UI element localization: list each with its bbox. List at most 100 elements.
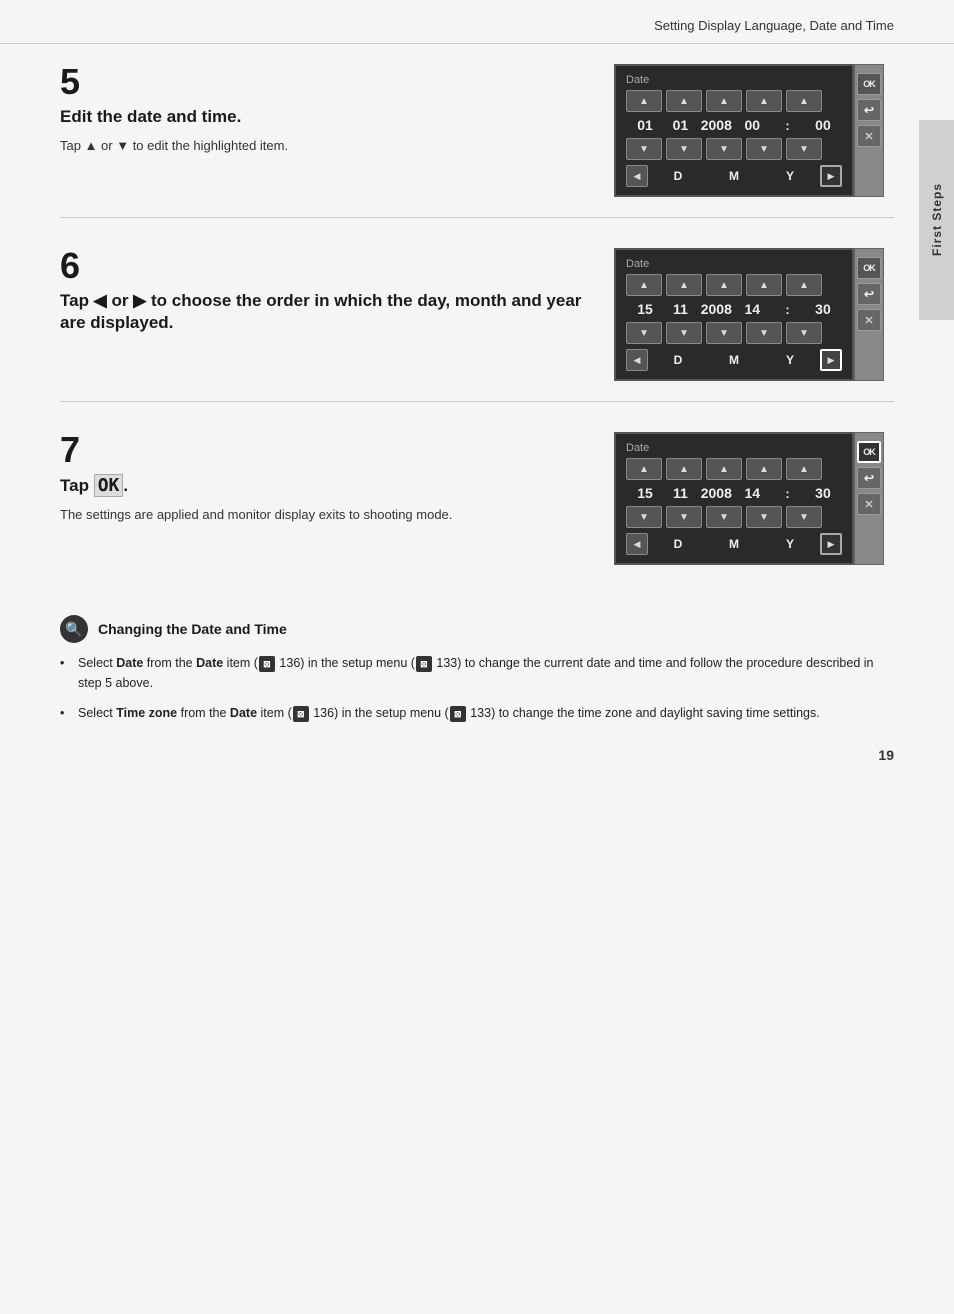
step-5-down-arrows: ▼ ▼ ▼ ▼ ▼ [626,138,842,160]
step-6-month: 11 [665,301,695,317]
step-5-up-4[interactable]: ▲ [746,90,782,112]
step-7-nav-y: Y [764,537,816,551]
step-7-hour: 14 [737,485,767,501]
step-5-dn-1[interactable]: ▼ [626,138,662,160]
step-7-up-5[interactable]: ▲ [786,458,822,480]
step-7-up-3[interactable]: ▲ [706,458,742,480]
step-7-down-arrows: ▼ ▼ ▼ ▼ ▼ [626,506,842,528]
step-6-up-2[interactable]: ▲ [666,274,702,296]
step-6-lcd-title: Date [626,258,842,270]
step-6-dn-1[interactable]: ▼ [626,322,662,344]
step-6-nav-d: D [652,353,704,367]
step-5-nav-right[interactable]: ▶ [820,165,842,187]
step-7-x-btn[interactable]: ✕ [857,493,881,515]
step-7-lcd-title: Date [626,442,842,454]
step-7-ok-btn[interactable]: OK [857,441,881,463]
step-6-values: 15 11 2008 14 : 30 [626,299,842,319]
step-7-back-btn[interactable]: ↩ [857,467,881,489]
step-6-left: 6 Tap ◀ or ▶ to choose the order in whic… [60,248,584,342]
ref-icon-133-1: ⊠ [416,656,432,672]
step-5-nav-m: M [708,169,760,183]
step-6-nav-right[interactable]: ▶ [820,349,842,371]
note-section: 🔍 Changing the Date and Time Select Date… [60,615,894,763]
step-5-title: Edit the date and time. [60,106,584,128]
step-7-values: 15 11 2008 14 : 30 [626,483,842,503]
step-7-up-arrows: ▲ ▲ ▲ ▲ ▲ [626,458,842,480]
step-7-ok-code: OK [94,474,124,497]
step-6-dn-5[interactable]: ▼ [786,322,822,344]
step-7-min: 30 [808,485,838,501]
step-6-day: 15 [630,301,660,317]
step-6-dn-2[interactable]: ▼ [666,322,702,344]
step-5-lcd: Date ▲ ▲ ▲ ▲ ▲ 01 01 2008 00 : 00 [614,64,854,197]
step-7-image: Date ▲ ▲ ▲ ▲ ▲ 15 11 2008 14 : 30 [614,432,894,565]
step-7-up-4[interactable]: ▲ [746,458,782,480]
note-item-2: Select Time zone from the Date item (⊠ 1… [60,703,894,723]
step-6-x-btn[interactable]: ✕ [857,309,881,331]
step-5-ok-btn[interactable]: OK [857,73,881,95]
step-7-left: 7 Tap OK. The settings are applied and m… [60,432,584,525]
step-6-up-5[interactable]: ▲ [786,274,822,296]
step-7-dn-2[interactable]: ▼ [666,506,702,528]
step-7-dn-3[interactable]: ▼ [706,506,742,528]
step-5-up-arrows: ▲ ▲ ▲ ▲ ▲ [626,90,842,112]
step-6-year: 2008 [701,301,732,317]
step-5-lcd-wrapper: Date ▲ ▲ ▲ ▲ ▲ 01 01 2008 00 : 00 [614,64,894,197]
step-5-dn-3[interactable]: ▼ [706,138,742,160]
step-5-dn-2[interactable]: ▼ [666,138,702,160]
step-6-dn-4[interactable]: ▼ [746,322,782,344]
step-7-up-2[interactable]: ▲ [666,458,702,480]
step-7-nav-left[interactable]: ◀ [626,533,648,555]
step-5-nav-y: Y [764,169,816,183]
step-5-title-text: Edit the date and time. [60,107,241,126]
step-5-up-1[interactable]: ▲ [626,90,662,112]
step-5-up-2[interactable]: ▲ [666,90,702,112]
step-7-lcd-wrapper: Date ▲ ▲ ▲ ▲ ▲ 15 11 2008 14 : 30 [614,432,894,565]
step-6-title: Tap ◀ or ▶ to choose the order in which … [60,290,584,334]
step-6-number: 6 [60,248,584,284]
step-6-hour: 14 [737,301,767,317]
step-5-x-btn[interactable]: ✕ [857,125,881,147]
step-6-up-4[interactable]: ▲ [746,274,782,296]
step-5-number: 5 [60,64,584,100]
step-6-colon: : [773,302,803,317]
ref-icon-136-1: ⊠ [259,656,275,672]
step-6-dn-3[interactable]: ▼ [706,322,742,344]
step-6-up-1[interactable]: ▲ [626,274,662,296]
step-7-dn-4[interactable]: ▼ [746,506,782,528]
step-5-nav-left[interactable]: ◀ [626,165,648,187]
note-title: Changing the Date and Time [98,621,287,637]
step-7-nav-right[interactable]: ▶ [820,533,842,555]
step-7-number: 7 [60,432,584,468]
step-6-lcd: Date ▲ ▲ ▲ ▲ ▲ 15 11 2008 14 : 30 [614,248,854,381]
step-6-nav-left[interactable]: ◀ [626,349,648,371]
step-5-dn-4[interactable]: ▼ [746,138,782,160]
step-5-year: 2008 [701,117,732,133]
step-5-values: 01 01 2008 00 : 00 [626,115,842,135]
step-5-image: Date ▲ ▲ ▲ ▲ ▲ 01 01 2008 00 : 00 [614,64,894,197]
step-6-row: 6 Tap ◀ or ▶ to choose the order in whic… [60,248,894,402]
step-5-up-5[interactable]: ▲ [786,90,822,112]
step-5-dn-5[interactable]: ▼ [786,138,822,160]
note-item-1: Select Date from the Date item (⊠ 136) i… [60,653,894,693]
step-7-nav-row: ◀ D M Y ▶ [626,533,842,555]
step-5-day: 01 [630,117,660,133]
step-6-side-btns: OK ↩ ✕ [854,248,884,381]
step-6-down-arrows: ▼ ▼ ▼ ▼ ▼ [626,322,842,344]
step-5-left: 5 Edit the date and time. Tap ▲ or ▼ to … [60,64,584,156]
step-7-up-1[interactable]: ▲ [626,458,662,480]
page-header: Setting Display Language, Date and Time [0,0,954,44]
step-5-nav-d: D [652,169,704,183]
step-6-up-arrows: ▲ ▲ ▲ ▲ ▲ [626,274,842,296]
step-6-up-3[interactable]: ▲ [706,274,742,296]
step-6-ok-btn[interactable]: OK [857,257,881,279]
step-7-desc: The settings are applied and monitor dis… [60,505,584,525]
step-7-colon: : [773,486,803,501]
step-7-dn-5[interactable]: ▼ [786,506,822,528]
step-5-back-btn[interactable]: ↩ [857,99,881,121]
step-7-dn-1[interactable]: ▼ [626,506,662,528]
step-5-up-3[interactable]: ▲ [706,90,742,112]
step-7-lcd: Date ▲ ▲ ▲ ▲ ▲ 15 11 2008 14 : 30 [614,432,854,565]
step-5-hour: 00 [737,117,767,133]
step-6-back-btn[interactable]: ↩ [857,283,881,305]
